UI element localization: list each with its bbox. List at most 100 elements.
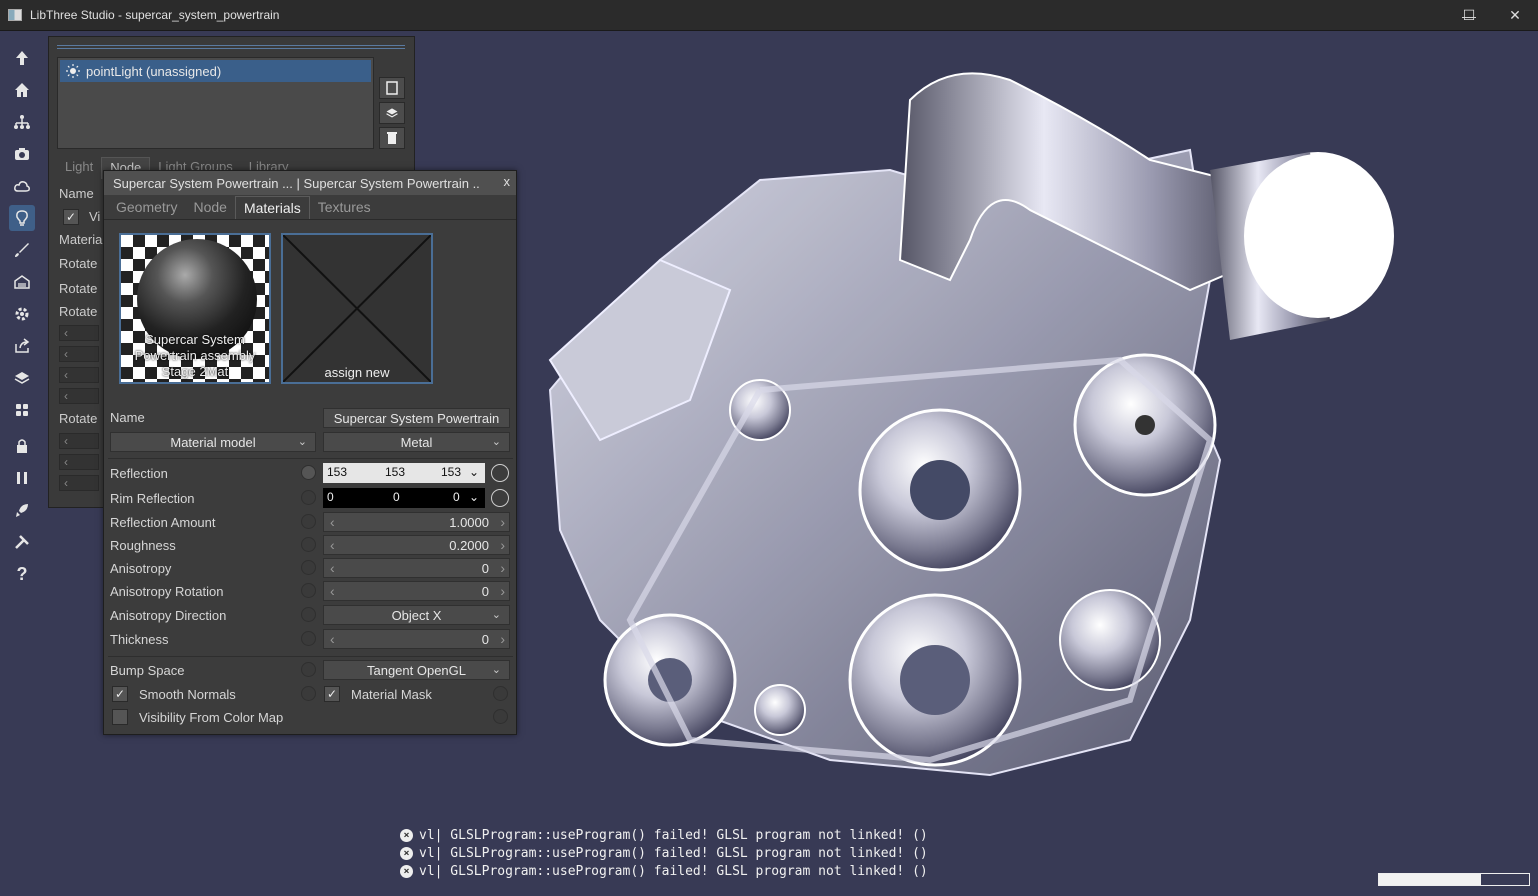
tools-icon[interactable]: [9, 529, 35, 555]
texture-slot-toggle[interactable]: [493, 709, 508, 724]
spin-field[interactable]: ‹: [59, 433, 99, 449]
grid-icon[interactable]: [9, 397, 35, 423]
material-model-dropdown[interactable]: Material model ⌄: [110, 432, 316, 452]
reflection-label: Reflection: [110, 466, 168, 481]
rocket-icon[interactable]: [9, 497, 35, 523]
anisotropy-label: Anisotropy: [110, 561, 172, 576]
export-icon[interactable]: [9, 333, 35, 359]
gear-icon[interactable]: [9, 301, 35, 327]
layers-icon[interactable]: [9, 365, 35, 391]
color-picker-icon[interactable]: [491, 489, 509, 507]
hierarchy-icon[interactable]: [9, 109, 35, 135]
visibility-from-color-map-label: Visibility From Color Map: [139, 710, 284, 725]
texture-slot-toggle[interactable]: [301, 607, 316, 622]
texture-slot-toggle[interactable]: [301, 662, 316, 677]
texture-slot-toggle[interactable]: [301, 631, 316, 646]
value: 0: [481, 584, 489, 599]
help-icon[interactable]: ?: [9, 561, 35, 587]
view-button[interactable]: [379, 77, 405, 99]
material-name-field[interactable]: Supercar System Powertrain: [323, 408, 510, 428]
tab-light[interactable]: Light: [57, 157, 101, 179]
texture-slot-toggle[interactable]: [301, 537, 316, 552]
panel-drag-handle[interactable]: [57, 45, 405, 49]
color-picker-icon[interactable]: [491, 464, 509, 482]
lightbulb-icon[interactable]: [9, 205, 35, 231]
texture-slot-toggle[interactable]: [301, 686, 316, 701]
anisotropy-spinner[interactable]: ‹ 0 ›: [323, 558, 510, 578]
log-text: vl| GLSLProgram::useProgram() failed! GL…: [419, 827, 928, 843]
layers-button[interactable]: [379, 102, 405, 124]
spin-field[interactable]: ‹: [59, 325, 99, 341]
log-line: × vl| GLSLProgram::useProgram() failed! G…: [400, 826, 928, 844]
assign-new-thumbnail[interactable]: assign new: [281, 233, 433, 384]
color-r: 0: [327, 490, 334, 504]
material-model-label: Material model: [170, 434, 256, 450]
thickness-spinner[interactable]: ‹ 0 ›: [323, 629, 510, 649]
texture-slot-toggle[interactable]: [301, 490, 316, 505]
smooth-normals-checkbox[interactable]: ✓: [112, 686, 128, 702]
texture-slot-toggle[interactable]: [493, 686, 508, 701]
rim-reflection-color-field[interactable]: 0 0 0 ⌄: [323, 488, 485, 508]
chevron-right-icon: ›: [500, 631, 505, 647]
log-output: ×vl| GLSLProgram::useProgram() failed! G…: [400, 826, 928, 880]
progress-fill: [1379, 874, 1481, 885]
pause-icon[interactable]: [9, 465, 35, 491]
tab-node[interactable]: Node: [185, 196, 234, 220]
reflection-color-field[interactable]: 153 153 153 ⌄: [323, 463, 485, 483]
chevron-down-icon: ⌄: [469, 465, 480, 479]
error-icon: ×: [400, 828, 413, 842]
log-text: vl| GLSLProgram::useProgram() failed! GL…: [419, 845, 928, 861]
value: Object X: [391, 607, 442, 623]
close-icon[interactable]: x: [504, 174, 511, 189]
app-icon: [8, 9, 22, 21]
spin-field[interactable]: ‹: [59, 367, 99, 383]
chevron-left-icon: ‹: [330, 514, 335, 530]
visibility-from-color-map-checkbox[interactable]: [112, 709, 128, 725]
visible-checkbox[interactable]: ✓: [63, 209, 79, 225]
tab-geometry[interactable]: Geometry: [108, 196, 185, 220]
material-icon[interactable]: [9, 269, 35, 295]
anisotropy-rotation-spinner[interactable]: ‹ 0 ›: [323, 581, 510, 601]
roughness-label: Roughness: [110, 538, 176, 553]
bump-space-label: Bump Space: [110, 663, 185, 678]
window-title: LibThree Studio - supercar_system_powert…: [30, 8, 280, 22]
name-label: Name: [110, 410, 145, 425]
texture-slot-toggle[interactable]: [301, 560, 316, 575]
texture-slot-toggle[interactable]: [301, 583, 316, 598]
spin-field[interactable]: ‹: [59, 388, 99, 404]
reflection-amount-spinner[interactable]: ‹ 1.0000 ›: [323, 512, 510, 532]
rotate-label: Rotate: [59, 281, 98, 296]
chevron-down-icon: ⌄: [491, 436, 501, 448]
roughness-spinner[interactable]: ‹ 0.2000 ›: [323, 535, 510, 555]
texture-slot-toggle[interactable]: [301, 514, 316, 529]
close-window-button[interactable]: ✕: [1492, 0, 1538, 31]
up-arrow-icon[interactable]: [9, 45, 35, 71]
panel-title: Supercar System Powertrain ... | Superca…: [113, 175, 480, 191]
anisotropy-direction-label: Anisotropy Direction: [110, 608, 227, 623]
tab-textures[interactable]: Textures: [310, 196, 379, 220]
empty-slot-icon: [283, 235, 431, 382]
material-mask-checkbox[interactable]: ✓: [324, 686, 340, 702]
anisotropy-direction-dropdown[interactable]: Object X ⌄: [323, 605, 510, 625]
home-icon[interactable]: [9, 77, 35, 103]
maximize-button[interactable]: ☐: [1446, 0, 1492, 31]
delete-button[interactable]: [379, 127, 405, 149]
material-type-dropdown[interactable]: Metal ⌄: [323, 432, 510, 452]
cloud-icon[interactable]: [9, 173, 35, 199]
spin-field[interactable]: ‹: [59, 454, 99, 470]
tab-materials[interactable]: Materials: [234, 196, 310, 220]
list-item[interactable]: pointLight (unassigned): [60, 60, 371, 82]
material-thumbnail[interactable]: Supercar System Powertrain assembly Stag…: [119, 233, 271, 384]
spin-field[interactable]: ‹: [59, 346, 99, 362]
material-mask-label: Material Mask: [351, 687, 432, 702]
camera-icon[interactable]: [9, 141, 35, 167]
lock-icon[interactable]: [9, 433, 35, 459]
texture-slot-toggle[interactable]: [301, 465, 316, 480]
light-list[interactable]: pointLight (unassigned): [57, 57, 374, 149]
bump-space-dropdown[interactable]: Tangent OpenGL ⌄: [323, 660, 510, 680]
spin-field[interactable]: ‹: [59, 475, 99, 491]
assign-new-caption: assign new: [324, 365, 390, 380]
panel-header[interactable]: Supercar System Powertrain ... | Superca…: [104, 171, 516, 195]
brush-icon[interactable]: [9, 237, 35, 263]
left-toolbar: ?: [0, 31, 43, 896]
